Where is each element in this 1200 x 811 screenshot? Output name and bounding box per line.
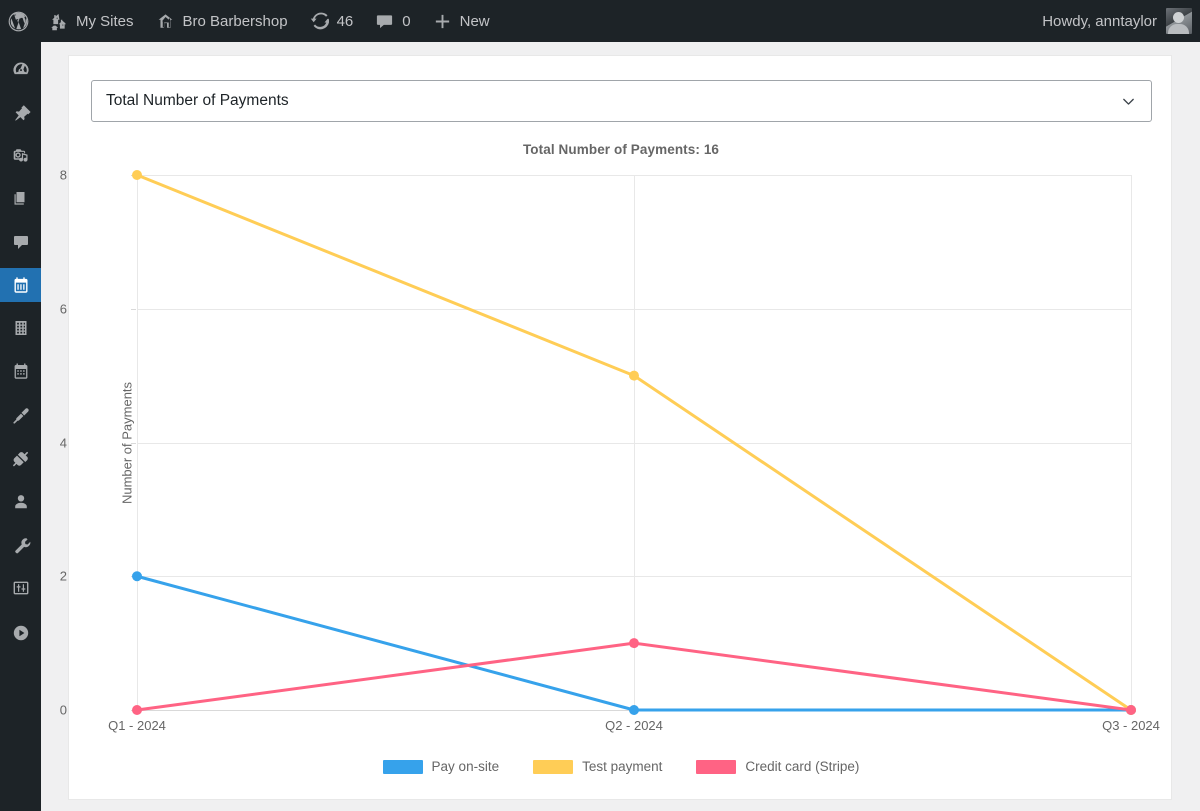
calendar-icon [11,275,31,295]
chart-point[interactable] [629,705,639,715]
legend-swatch [696,759,737,774]
chevron-down-icon[interactable] [1120,93,1137,110]
menu-spacer-12 [0,562,41,571]
chart-point[interactable] [1126,705,1136,715]
sidebar-item-posts[interactable] [0,96,41,130]
paint-brush-icon [11,406,31,426]
pin-icon [11,103,31,123]
sliders-icon [11,578,31,598]
menu-spacer-8 [0,388,41,399]
legend-swatch [382,759,423,774]
admin-bar: My Sites Bro Barbershop 46 0 New Howdy, … [0,0,1200,42]
chart-point[interactable] [132,170,142,180]
site-name-label: Bro Barbershop [182,12,288,30]
y-tick-mark [131,308,136,310]
y-tick-mark [131,442,136,444]
chart-point[interactable] [132,571,142,582]
sidebar-item-dashboard[interactable] [0,53,41,87]
chart-point[interactable] [629,370,639,381]
comments-icon [375,12,394,31]
metric-select[interactable]: Total Number of Payments [91,80,1152,122]
sidebar-item-users[interactable] [0,485,41,519]
site-name-menu-item[interactable]: Bro Barbershop [145,0,299,42]
menu-spacer-13 [0,605,41,616]
chart-legend: Pay on-site Test payment Credit card (Stri… [69,759,1173,774]
my-sites-icon [49,12,68,31]
my-sites-label: My Sites [76,12,134,30]
howdy-label[interactable]: Howdy, anntaylor [1042,13,1166,30]
legend-label: Test payment [582,759,663,774]
updates-menu-item[interactable]: 46 [299,0,365,42]
chart-point[interactable] [132,705,142,715]
plug-icon [11,449,31,469]
user-icon [11,492,31,512]
media-camera-music-icon [11,146,31,166]
legend-item[interactable]: Credit card (Stripe) [696,759,859,774]
chart-line-test-payment [135,173,1133,712]
admin-bar-right: Howdy, anntaylor [1042,8,1200,34]
legend-swatch [533,759,574,774]
menu-spacer-6 [0,302,41,311]
menu-spacer-top [0,42,41,53]
wrench-icon [11,535,31,555]
updates-icon [310,12,329,31]
wp-body: Total Number of Payments Total Number of… [41,42,1200,811]
calendar-alt-icon [11,361,31,381]
menu-spacer-1 [0,87,41,96]
menu-spacer-3 [0,173,41,182]
payments-chart-card: Total Number of Payments Total Number of… [60,55,1173,800]
x-tick-label: Q2 - 2024 [605,718,663,733]
building-grid-icon [11,318,31,338]
legend-label: Pay on-site [431,759,500,774]
chart-title: Total Number of Payments: 16 [522,142,720,157]
wordpress-logo-icon [8,11,29,32]
chart-line-credit-card-stripe [135,641,1133,712]
new-content-menu-item[interactable]: New [422,0,501,42]
legend-item[interactable]: Pay on-site [382,759,500,774]
sidebar-item-events[interactable] [0,354,41,388]
menu-spacer-2 [0,130,41,139]
metric-select-value: Total Number of Payments [106,92,289,109]
new-content-label: New [459,12,490,30]
menu-spacer-4 [0,216,41,225]
chart-plot-area: Number of Payments 02468 Q1 - 2024 Q2 - 2… [60,168,1160,734]
menu-spacer-5 [0,259,41,268]
pages-icon [11,189,31,209]
sidebar-item-pages[interactable] [0,182,41,216]
x-tick-label: Q1 - 2024 [108,718,166,733]
admin-sidebar-menu [0,42,49,811]
menu-spacer-10 [0,476,41,485]
site-home-icon [156,12,175,31]
wp-logo-menu-item[interactable] [0,0,38,42]
updates-count: 46 [336,12,354,30]
comments-count: 0 [402,12,411,30]
menu-spacer-7 [0,345,41,354]
sidebar-item-collapse[interactable] [0,616,41,650]
sidebar-item-comments[interactable] [0,225,41,259]
payments-line-chart: Total Number of Payments: 16 Number of P… [60,142,1173,797]
sidebar-item-appearance[interactable] [0,399,41,433]
legend-label: Credit card (Stripe) [745,759,860,774]
avatar[interactable] [1166,8,1192,34]
dashboard-gauge-icon [11,60,31,80]
chart-point[interactable] [629,638,639,649]
x-tick-label: Q3 - 2024 [1102,718,1160,733]
menu-spacer-9 [0,433,41,442]
sidebar-item-settings[interactable] [0,571,41,605]
sidebar-item-plugins[interactable] [0,442,41,476]
plus-icon [433,12,452,31]
play-circle-icon [11,623,31,643]
comments-menu-item[interactable]: 0 [364,0,421,42]
sidebar-item-media[interactable] [0,139,41,173]
sidebar-item-buildings[interactable] [0,311,41,345]
gridline-vertical [1131,175,1132,710]
comment-bubble-icon [11,232,31,252]
sidebar-item-bookings[interactable] [0,268,49,302]
chart-series-layer [132,170,1136,715]
my-sites-menu-item[interactable]: My Sites [38,0,145,42]
legend-item[interactable]: Test payment [533,759,662,774]
menu-spacer-11 [0,519,41,528]
sidebar-item-tools[interactable] [0,528,41,562]
